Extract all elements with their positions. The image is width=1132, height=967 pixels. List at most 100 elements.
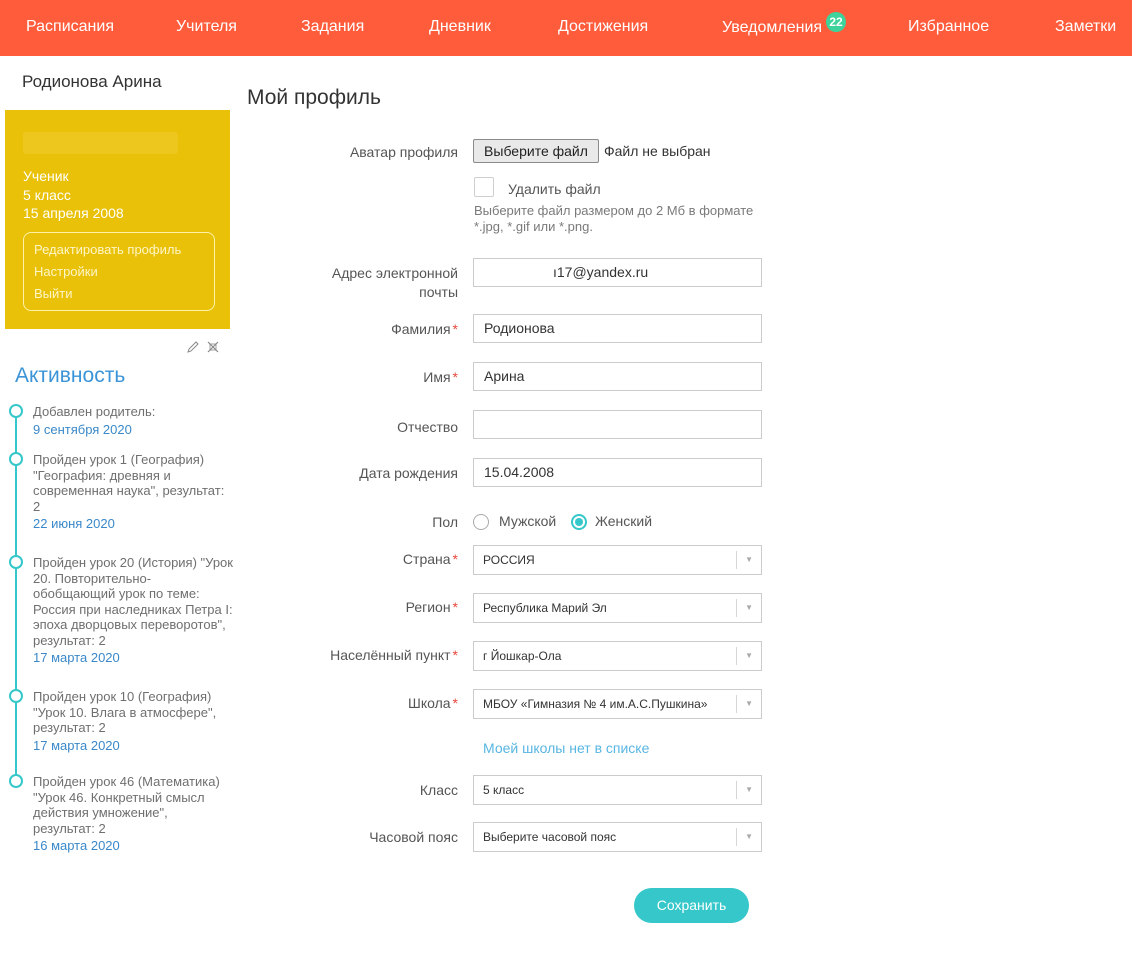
nav-item-label: Расписания: [26, 18, 114, 35]
school-value: МБОУ «Гимназия № 4 им.А.С.Пушкина»: [483, 697, 708, 711]
activity-item: Пройден урок 10 (География) "Урок 10. Вл…: [33, 689, 233, 753]
timezone-select[interactable]: Выберите часовой пояс ▼: [473, 822, 762, 852]
edit-profile-link[interactable]: Редактировать профиль: [34, 242, 181, 257]
file-hint: Выберите файл размером до 2 Мб в формате…: [474, 203, 754, 234]
activity-timeline: [15, 414, 17, 784]
firstname-label: Имя *: [423, 368, 458, 387]
city-value: г Йошкар-Ола: [483, 649, 562, 663]
nav-item-label: Дневник: [429, 18, 491, 35]
file-status: Файл не выбран: [604, 143, 711, 159]
email-label-line2: почты: [419, 284, 458, 300]
nav-item-schedules[interactable]: Расписания: [26, 18, 114, 36]
required-mark: *: [452, 369, 458, 385]
nav-item-favorites[interactable]: Избранное: [908, 18, 989, 36]
nav-item-label: Уведомления: [722, 19, 823, 36]
required-mark: *: [452, 551, 458, 567]
nav-item-label: Заметки: [1055, 18, 1117, 35]
lastname-field[interactable]: Родионова: [473, 314, 762, 343]
avatar-label: Аватар профиля: [349, 144, 458, 160]
activity-text: Пройден урок 10 (География) "Урок 10. Вл…: [33, 689, 217, 735]
school-not-listed-link[interactable]: Моей школы нет в списке: [483, 740, 649, 756]
activity-text: Пройден урок 1 (География) "География: д…: [33, 452, 225, 514]
activity-item: Пройден урок 20 (История) "Урок 20. Повт…: [33, 555, 233, 666]
choose-file-button[interactable]: Выберите файл: [473, 139, 599, 163]
top-nav: Расписания Учителя Задания Дневник Дости…: [0, 0, 1132, 56]
chevron-down-icon: ▼: [745, 651, 753, 660]
chevron-down-icon: ▼: [745, 603, 753, 612]
delete-file-checkbox[interactable]: [474, 177, 494, 197]
timeline-dot: [9, 774, 23, 788]
school-label: Школа *: [408, 694, 458, 713]
firstname-label-text: Имя: [423, 369, 451, 385]
timeline-dot: [9, 404, 23, 418]
activity-item: Пройден урок 1 (География) "География: д…: [33, 452, 233, 532]
birthdate-field[interactable]: 15.04.2008: [473, 458, 762, 487]
activity-date[interactable]: 16 марта 2020: [33, 838, 233, 854]
activity-title: Активность: [15, 364, 126, 387]
profile-role: Ученик: [23, 168, 69, 184]
city-label: Населённый пункт *: [330, 646, 458, 665]
select-divider: [736, 695, 737, 713]
nav-item-notifications[interactable]: Уведомления 22: [722, 12, 847, 38]
nav-item-tasks[interactable]: Задания: [301, 18, 364, 36]
chevron-down-icon: ▼: [745, 785, 753, 794]
logout-link[interactable]: Выйти: [34, 286, 73, 301]
chevron-down-icon: ▼: [745, 555, 753, 564]
select-divider: [736, 599, 737, 617]
nav-item-notes[interactable]: Заметки: [1055, 18, 1116, 36]
patronymic-field[interactable]: [473, 410, 762, 439]
lastname-label-text: Фамилия: [391, 321, 451, 337]
region-label: Регион *: [406, 598, 458, 617]
gender-male-radio[interactable]: [473, 514, 489, 530]
nav-item-label: Учителя: [176, 18, 237, 35]
activity-item: Добавлен родитель: 9 сентября 2020: [33, 404, 233, 437]
pencil-icon[interactable]: [186, 340, 200, 357]
gender-female-radio[interactable]: [571, 514, 587, 530]
page-title: Мой профиль: [247, 86, 381, 109]
delete-file-label: Удалить файл: [508, 181, 601, 197]
country-value: РОССИЯ: [483, 553, 535, 567]
required-mark: *: [452, 599, 458, 615]
firstname-field[interactable]: Арина: [473, 362, 762, 391]
country-label-text: Страна: [402, 551, 451, 567]
select-divider: [736, 781, 737, 799]
activity-date[interactable]: 9 сентября 2020: [33, 422, 233, 438]
class-label: Класс: [419, 782, 458, 798]
email-label: Адрес электронной почты: [332, 264, 458, 302]
activity-item: Пройден урок 46 (Математика) "Урок 46. К…: [33, 774, 233, 854]
city-label-text: Населённый пункт: [330, 647, 451, 663]
chevron-down-icon: ▼: [745, 699, 753, 708]
timezone-label: Часовой пояс: [369, 829, 458, 845]
activity-date[interactable]: 22 июня 2020: [33, 516, 233, 532]
nav-item-label: Избранное: [908, 18, 990, 35]
email-label-line1: Адрес электронной: [331, 265, 458, 281]
region-value: Республика Марий Эл: [483, 601, 607, 615]
city-select[interactable]: г Йошкар-Ола ▼: [473, 641, 762, 671]
class-value: 5 класс: [483, 783, 525, 797]
profile-grade: 5 класс: [23, 187, 71, 203]
nav-item-achievements[interactable]: Достижения: [558, 18, 648, 36]
school-select[interactable]: МБОУ «Гимназия № 4 им.А.С.Пушкина» ▼: [473, 689, 762, 719]
nav-item-diary[interactable]: Дневник: [429, 18, 491, 36]
birthdate-label: Дата рождения: [359, 465, 458, 481]
nav-item-teachers[interactable]: Учителя: [176, 18, 237, 36]
settings-link[interactable]: Настройки: [34, 264, 98, 279]
profile-card: Ученик 5 класс 15 апреля 2008 Редактиров…: [5, 110, 230, 329]
close-icon[interactable]: [206, 340, 220, 357]
gender-female-label: Женский: [595, 513, 653, 529]
save-button[interactable]: Сохранить: [634, 888, 749, 923]
nav-item-label: Задания: [301, 18, 365, 35]
select-divider: [736, 647, 737, 665]
country-select[interactable]: РОССИЯ ▼: [473, 545, 762, 575]
activity-date[interactable]: 17 марта 2020: [33, 738, 233, 754]
profile-birthdate: 15 апреля 2008: [23, 205, 124, 221]
region-select[interactable]: Республика Марий Эл ▼: [473, 593, 762, 623]
timezone-value: Выберите часовой пояс: [483, 830, 617, 844]
school-label-text: Школа: [408, 695, 451, 711]
email-field[interactable]: ı17@yandex.ru: [473, 258, 762, 287]
country-label: Страна *: [403, 550, 458, 569]
student-name: Родионова Арина: [22, 72, 162, 91]
gender-male-label: Мужской: [499, 513, 557, 529]
activity-date[interactable]: 17 марта 2020: [33, 650, 233, 666]
class-select[interactable]: 5 класс ▼: [473, 775, 762, 805]
